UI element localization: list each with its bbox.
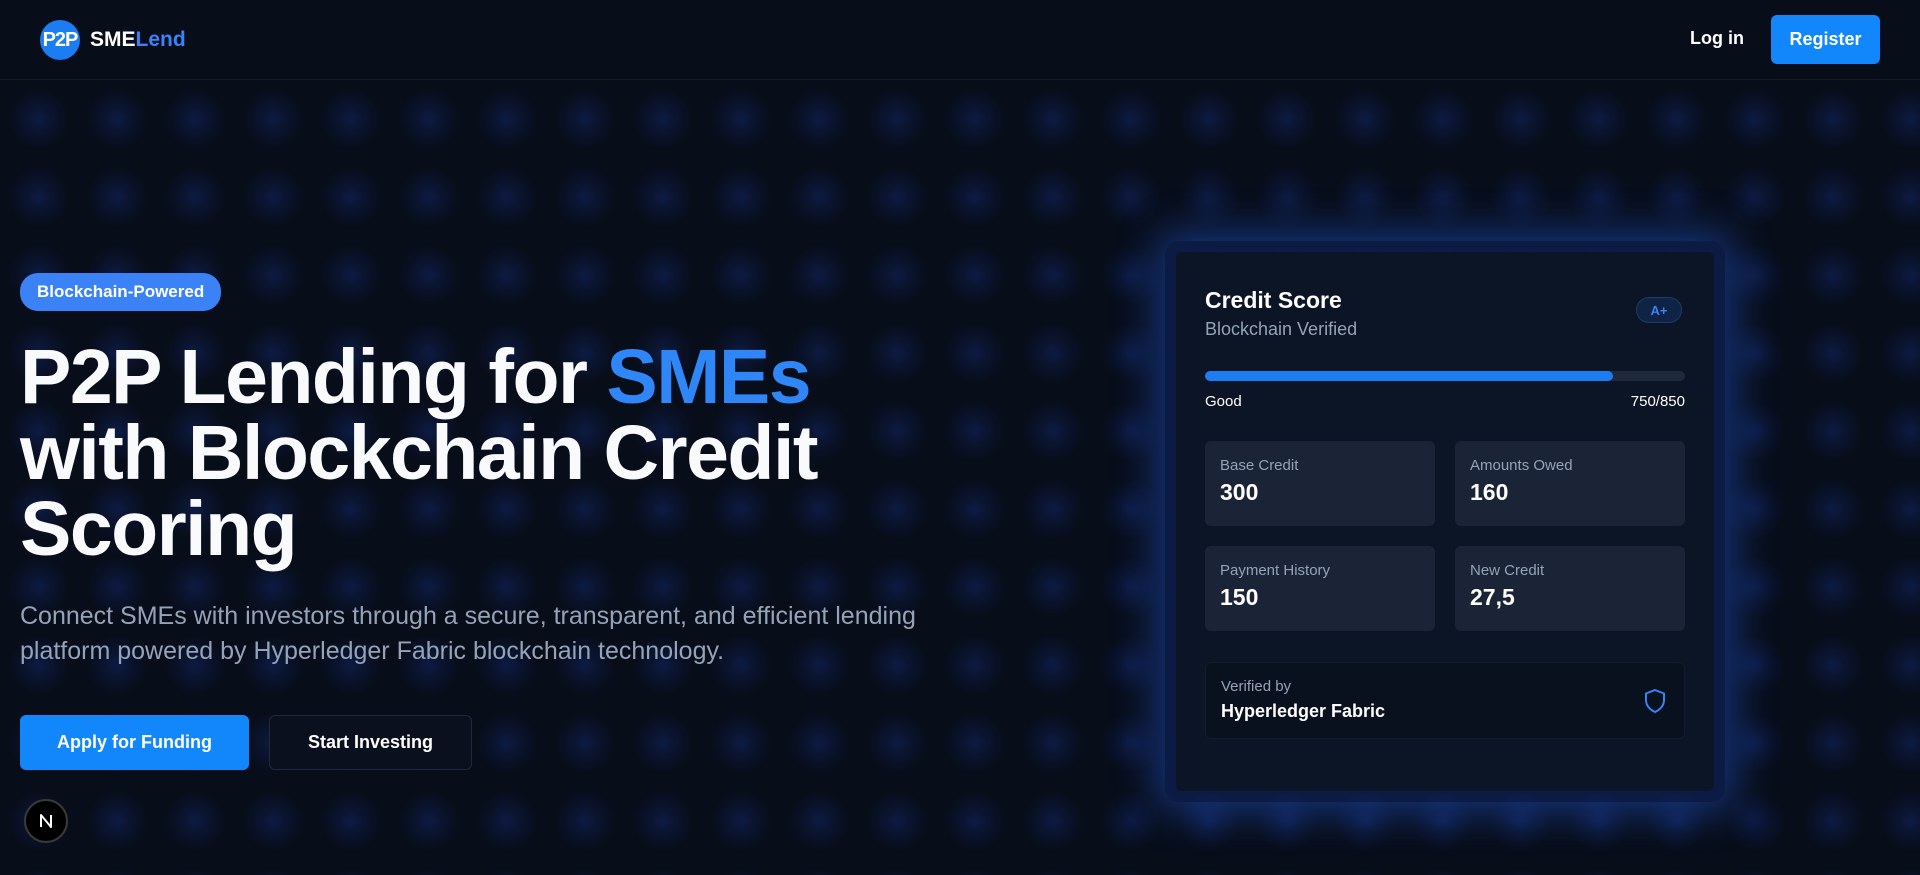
- metric-base-credit: Base Credit 300: [1205, 441, 1435, 526]
- logo-badge: P2P: [40, 20, 80, 60]
- hero-title: P2P Lending for SMEs with Blockchain Cred…: [20, 339, 900, 568]
- hero-subtitle: Connect SMEs with investors through a se…: [20, 602, 916, 665]
- metric-value: 160: [1470, 479, 1509, 505]
- score-progress-fill: [1205, 371, 1613, 381]
- logo-text-sme: SME: [90, 28, 136, 51]
- metric-value: 27,5: [1470, 584, 1515, 610]
- metric-value: 150: [1220, 584, 1259, 610]
- hero-title-accent: SMEs: [606, 334, 811, 420]
- metric-label: Amounts Owed: [1470, 457, 1573, 474]
- hero-actions: Apply for Funding Start Investing: [20, 715, 472, 770]
- hero-title-part1: P2P Lending for: [20, 334, 607, 420]
- dev-tools-button[interactable]: N: [24, 799, 68, 843]
- score-progress-bar: [1205, 371, 1685, 381]
- hero-section: Blockchain-Powered P2P Lending for SMEs w…: [20, 273, 920, 669]
- metric-label: Payment History: [1220, 562, 1331, 579]
- credit-score-card: Credit Score Blockchain Verified A+ Good…: [1176, 252, 1714, 791]
- metric-payment-history: Payment History 150: [1205, 546, 1435, 631]
- hero-title-part2: with Blockchain Credit Scoring: [20, 410, 819, 572]
- card-subtitle: Blockchain Verified: [1205, 319, 1358, 339]
- verified-value: Hyperledger Fabric: [1221, 701, 1386, 721]
- start-investing-button[interactable]: Start Investing: [269, 715, 472, 770]
- metric-value: 300: [1220, 479, 1259, 505]
- verified-label: Verified by: [1221, 678, 1292, 695]
- top-nav: P2P SMELend Log in Register: [0, 0, 1920, 80]
- blockchain-powered-badge: Blockchain-Powered: [20, 273, 222, 311]
- grade-badge: A+: [1636, 297, 1682, 323]
- logo-text: SMELend: [90, 28, 186, 52]
- shield-icon: [1645, 689, 1665, 713]
- n-logo-icon: [40, 814, 52, 828]
- card-title: Credit Score: [1205, 287, 1342, 313]
- score-label: Good: [1205, 393, 1242, 410]
- score-value: 750/850: [1630, 393, 1685, 410]
- metric-amounts-owed: Amounts Owed 160: [1455, 441, 1685, 526]
- register-button[interactable]: Register: [1771, 15, 1880, 64]
- apply-for-funding-button[interactable]: Apply for Funding: [20, 715, 249, 770]
- logo-text-lend: Lend: [135, 28, 186, 51]
- verified-by-box: Verified by Hyperledger Fabric: [1205, 662, 1685, 739]
- login-link[interactable]: Log in: [1690, 28, 1744, 49]
- metric-label: New Credit: [1470, 562, 1545, 579]
- metric-new-credit: New Credit 27,5: [1455, 546, 1685, 631]
- metric-label: Base Credit: [1220, 457, 1299, 474]
- logo[interactable]: P2P SMELend: [40, 20, 186, 60]
